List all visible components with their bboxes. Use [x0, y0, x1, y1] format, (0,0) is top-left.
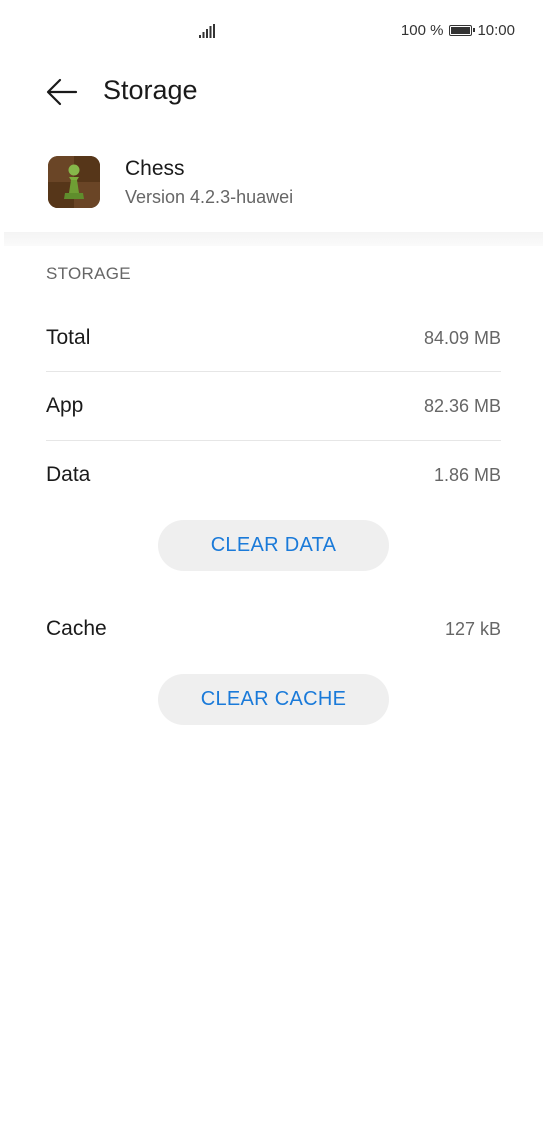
app-info: Chess Version 4.2.3-huawei [46, 150, 501, 220]
arrow-left-icon[interactable] [44, 76, 80, 108]
storage-row-app: App 82.36 MB [46, 372, 501, 440]
battery-percent: 100 % [400, 22, 444, 39]
app-version: Version 4.2.3-huawei [125, 187, 294, 207]
row-label: Cache [46, 617, 107, 640]
clear-cache-button[interactable]: CLEAR CACHE [158, 674, 389, 725]
chess-app-icon [48, 156, 100, 208]
storage-row-total: Total 84.09 MB [46, 304, 501, 372]
row-label: Data [46, 463, 91, 486]
storage-row-cache: Cache 127 kB [46, 595, 501, 663]
row-value: 82.36 MB [423, 395, 501, 416]
row-value: 1.86 MB [433, 464, 501, 485]
row-label: App [46, 394, 84, 417]
signal-icon [199, 24, 215, 38]
battery-icon [449, 25, 476, 36]
page-title: Storage [103, 75, 198, 105]
clear-data-button[interactable]: CLEAR DATA [158, 520, 389, 571]
row-label: Total [46, 326, 91, 349]
row-value: 127 kB [444, 618, 501, 639]
app-bar: Storage [0, 64, 547, 120]
app-name: Chess [125, 157, 185, 180]
clock: 10:00 [477, 22, 515, 39]
section-divider [4, 232, 543, 246]
row-value: 84.09 MB [423, 327, 501, 348]
storage-section-title: STORAGE [46, 264, 131, 283]
chess-pawn-icon [48, 156, 100, 208]
status-right: 100 % 10:00 [401, 22, 515, 39]
status-bar: 100 % 10:00 [0, 0, 547, 64]
storage-row-data: Data 1.86 MB [46, 441, 501, 509]
